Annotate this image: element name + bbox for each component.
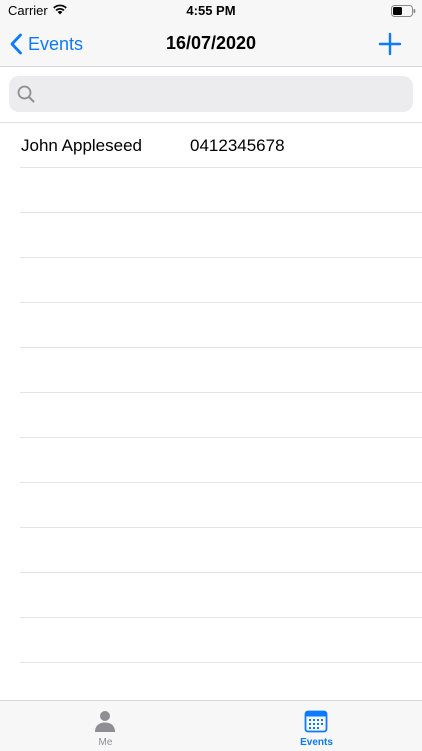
- clock-time: 4:55 PM: [186, 3, 236, 18]
- status-bar: Carrier 4:55 PM: [0, 0, 422, 22]
- tab-me[interactable]: Me: [0, 701, 211, 751]
- calendar-icon: [304, 710, 328, 733]
- list-item[interactable]: [20, 168, 422, 213]
- page-title: 16/07/2020: [165, 33, 257, 53]
- list-item[interactable]: [20, 438, 422, 483]
- list-item[interactable]: [20, 618, 422, 663]
- contacts-list: John Appleseed 0412345678: [0, 123, 422, 663]
- search-icon: [17, 85, 35, 103]
- contact-name: John Appleseed: [21, 136, 142, 155]
- list-item[interactable]: [20, 213, 422, 258]
- list-item[interactable]: [20, 393, 422, 438]
- search-field[interactable]: [9, 76, 413, 114]
- list-item[interactable]: [20, 348, 422, 393]
- list-item[interactable]: [20, 573, 422, 618]
- navigation-bar: Events 16/07/2020: [0, 22, 422, 67]
- list-item[interactable]: John Appleseed 0412345678: [20, 123, 422, 168]
- search-bar: [0, 67, 422, 123]
- search-input[interactable]: [43, 76, 407, 114]
- contact-phone: 0412345678: [190, 136, 285, 155]
- person-icon: [95, 711, 115, 732]
- list-item[interactable]: [20, 528, 422, 573]
- list-item[interactable]: [20, 258, 422, 303]
- list-item[interactable]: [20, 483, 422, 528]
- tab-events[interactable]: Events: [211, 701, 422, 751]
- tab-me-label: Me: [98, 737, 113, 748]
- tab-events-label: Events: [300, 737, 333, 748]
- tab-bar: Me Events: [0, 700, 422, 751]
- list-item[interactable]: [20, 303, 422, 348]
- battery-icon: [391, 5, 416, 17]
- plus-icon[interactable]: [377, 31, 403, 57]
